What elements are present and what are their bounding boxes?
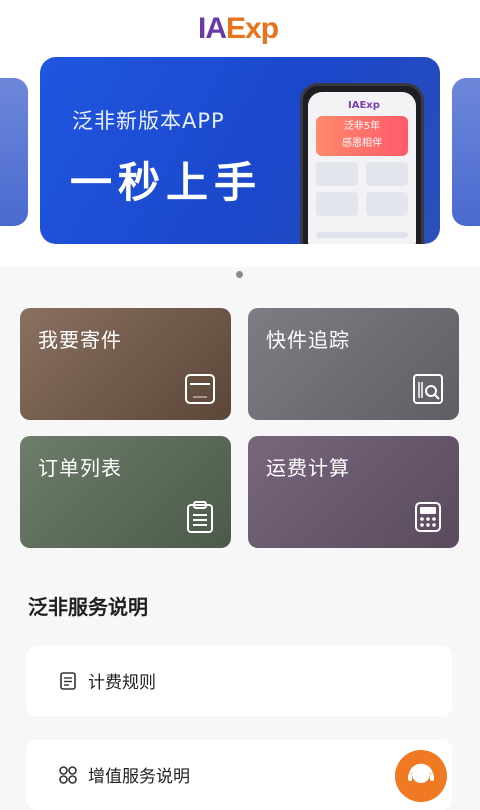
customer-service-icon [408, 763, 434, 783]
order-list-card[interactable]: 订单列表 [20, 436, 231, 548]
phone-screen: IAExp 泛非5年 感恩相伴 [308, 92, 416, 244]
carousel-indicator-dot[interactable] [236, 271, 243, 278]
app-header: IAExp [0, 0, 480, 52]
phone-tile [316, 192, 358, 216]
phone-card-line2: 感恩相伴 [342, 138, 382, 149]
phone-card-line1: 泛非5年 [343, 121, 381, 132]
track-package-label: 快件追踪 [266, 328, 350, 352]
brand-logo: IAExp [198, 12, 279, 46]
track-package-card[interactable]: 快件追踪 [248, 308, 459, 420]
promo-banner[interactable]: 泛非新版本APP 一秒上手 IAExp 泛非5年 感恩相伴 [40, 57, 440, 244]
logo-text-exp: Exp [226, 12, 279, 45]
phone-promo-card: 泛非5年 感恩相伴 [316, 116, 408, 156]
package-icon [185, 374, 215, 404]
send-package-label: 我要寄件 [38, 328, 122, 352]
phone-strip [316, 232, 408, 238]
value-added-services-label: 增值服务说明 [88, 767, 190, 787]
order-list-label: 订单列表 [38, 456, 122, 480]
phone-logo: IAExp [348, 100, 380, 111]
shipping-calculator-card[interactable]: 运费计算 [248, 436, 459, 548]
tracking-search-icon [413, 374, 443, 404]
document-icon [60, 672, 76, 690]
phone-tile [366, 162, 408, 186]
phone-tile [366, 192, 408, 216]
services-section-title: 泛非服务说明 [28, 595, 148, 619]
billing-rules-item[interactable]: 计费规则 [26, 646, 452, 716]
banner-subtitle: 泛非新版本APP [72, 109, 225, 133]
phone-tile [316, 162, 358, 186]
phone-illustration: IAExp 泛非5年 感恩相伴 [300, 83, 424, 244]
logo-text-ia: IA [198, 12, 227, 45]
grid-icon [59, 766, 77, 784]
clipboard-list-icon [187, 501, 213, 533]
billing-rules-label: 计费规则 [88, 673, 156, 693]
carousel-next-card[interactable] [452, 78, 480, 226]
banner-headline: 一秒上手 [70, 158, 263, 207]
send-package-card[interactable]: 我要寄件 [20, 308, 231, 420]
calculator-icon [415, 502, 441, 532]
shipping-calculator-label: 运费计算 [266, 456, 350, 480]
customer-service-button[interactable] [395, 750, 447, 802]
carousel-prev-card[interactable] [0, 78, 28, 226]
